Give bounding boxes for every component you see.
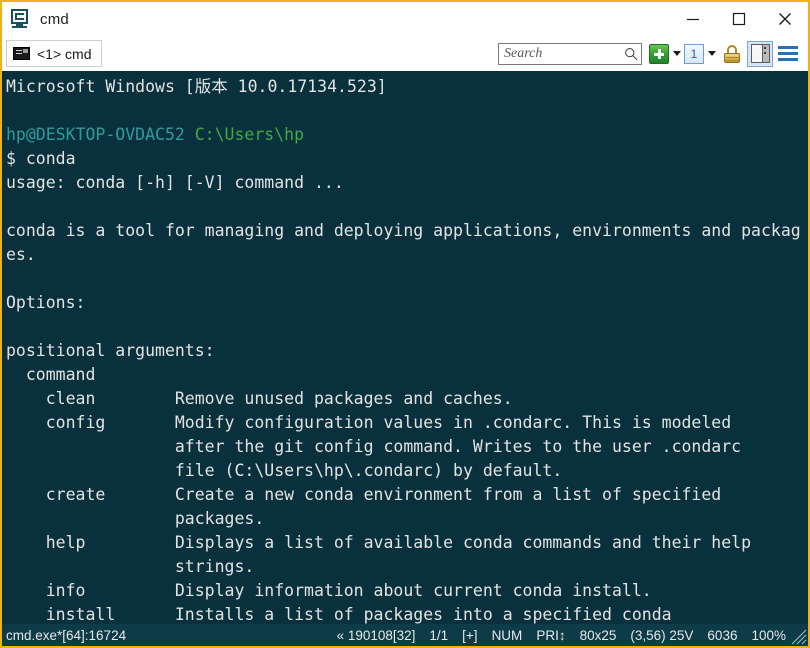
status-cursor: (3,56) 25V <box>630 627 694 643</box>
window-list-button[interactable]: 1 <box>684 41 704 67</box>
plus-icon <box>649 43 669 64</box>
new-tab-button[interactable] <box>649 41 669 67</box>
status-bar: cmd.exe*[64]:16724 « 190108[32] 1/1 [+] … <box>2 624 808 646</box>
status-numlock: NUM <box>491 627 523 643</box>
window-index-label: 1 <box>690 46 698 61</box>
minimize-button[interactable] <box>670 2 716 36</box>
tab-cmd-1[interactable]: <1> cmd <box>6 40 103 67</box>
window-title: cmd <box>40 10 69 28</box>
search-input[interactable] <box>504 45 624 62</box>
status-insert: [+] <box>462 627 478 643</box>
lock-button[interactable] <box>719 41 745 67</box>
search-box[interactable] <box>498 42 642 65</box>
title-bar: cmd <box>2 2 808 36</box>
chevron-down-icon <box>707 51 716 56</box>
close-icon <box>779 13 791 25</box>
tab-label: <1> cmd <box>37 45 92 62</box>
status-memory: 6036 <box>707 627 738 643</box>
status-zoom: 100% <box>751 627 786 643</box>
close-button[interactable] <box>762 2 808 36</box>
hamburger-menu-icon <box>778 44 800 64</box>
tab-and-toolbar-strip: <1> cmd 1 <box>2 36 808 71</box>
split-pane-icon <box>750 44 770 63</box>
maximize-button[interactable] <box>716 2 762 36</box>
terminal-text: Microsoft Windows [版本 10.0.17134.523] hp… <box>6 77 801 624</box>
maximize-icon <box>732 12 746 26</box>
console-icon <box>10 9 30 29</box>
toolbar: 1 <box>498 36 804 71</box>
status-pages: 1/1 <box>429 627 449 643</box>
status-process: cmd.exe*[64]:16724 <box>6 627 127 643</box>
minimize-icon <box>687 18 699 21</box>
status-build: « 190108[32] <box>336 627 416 643</box>
window-list-dropdown-button[interactable] <box>704 41 719 67</box>
cmd-window: cmd <1> cmd Search 1 Microsoft Windows [… <box>0 0 810 648</box>
split-view-button[interactable] <box>747 40 773 67</box>
window-icon: 1 <box>684 43 704 64</box>
chevron-down-icon <box>672 51 681 56</box>
console-icon <box>13 47 30 60</box>
new-tab-dropdown-button[interactable] <box>669 41 684 67</box>
status-priority: PRI↕ <box>536 627 566 643</box>
terminal-output-area[interactable]: Microsoft Windows [版本 10.0.17134.523] hp… <box>2 71 808 624</box>
lock-icon <box>722 44 742 64</box>
resize-grip-icon[interactable] <box>789 627 807 645</box>
status-size: 80x25 <box>579 627 617 643</box>
window-controls <box>670 2 808 36</box>
search-icon[interactable] <box>624 46 638 62</box>
menu-button[interactable] <box>775 41 804 67</box>
